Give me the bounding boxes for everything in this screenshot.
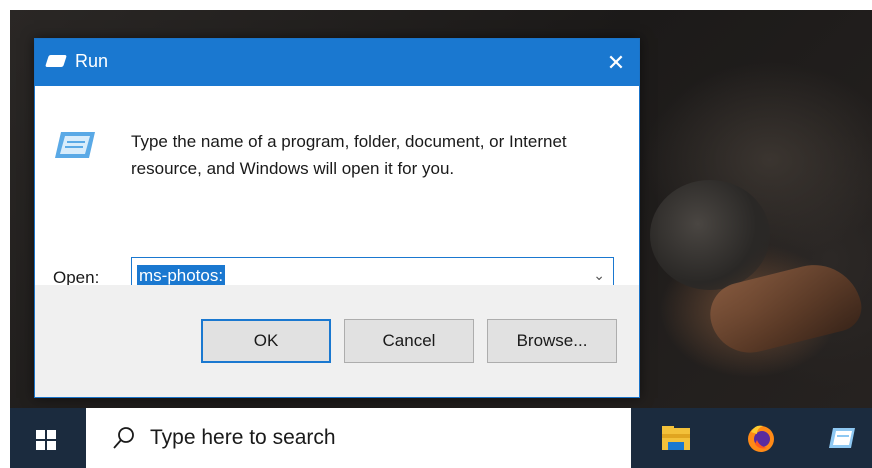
taskbar: Type here to search [10,408,872,468]
cancel-button[interactable]: Cancel [344,319,474,363]
open-input[interactable]: ms-photos: [137,265,226,287]
close-button[interactable]: ✕ [593,39,639,86]
wallpaper-fabric [650,180,770,290]
dialog-title: Run [75,51,109,71]
dialog-body: Type the name of a program, folder, docu… [35,86,639,293]
taskbar-search-box[interactable]: Type here to search [86,408,631,468]
search-placeholder: Type here to search [150,426,336,449]
run-title-icon [45,55,67,67]
windows-start-icon [36,430,56,450]
file-explorer-icon[interactable] [660,422,692,454]
search-icon [113,427,134,449]
dialog-titlebar[interactable]: Run ✕ [35,39,639,86]
browse-button[interactable]: Browse... [487,319,617,363]
run-icon [55,132,95,158]
ok-button[interactable]: OK [201,319,331,363]
start-button[interactable] [10,408,86,468]
dialog-footer: OK Cancel Browse... [35,285,639,397]
run-dialog: Run ✕ Type the name of a program, folder… [34,38,640,398]
dialog-description: Type the name of a program, folder, docu… [131,132,567,178]
run-taskbar-icon[interactable] [825,422,857,454]
chevron-down-icon[interactable]: ⌄ [593,267,605,284]
firefox-icon[interactable] [745,422,777,454]
